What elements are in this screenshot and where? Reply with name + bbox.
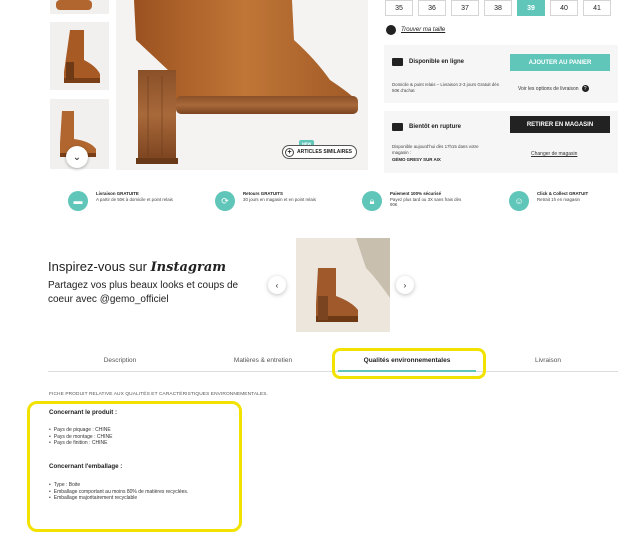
size-option[interactable]: 36 xyxy=(418,0,446,16)
chevron-right-icon: › xyxy=(403,280,407,290)
change-store-link[interactable]: Changer de magasin xyxy=(531,151,577,157)
return-arrows-icon: ⟳ xyxy=(215,191,235,211)
tab-description[interactable]: Description xyxy=(80,357,160,364)
size-option[interactable]: 40 xyxy=(550,0,578,16)
size-guide-icon xyxy=(386,25,396,35)
store-title: Bientôt en rupture xyxy=(409,124,461,130)
store-title-row: Bientôt en rupture xyxy=(392,123,461,131)
online-title: Disponible en ligne xyxy=(409,59,465,65)
online-title-row: Disponible en ligne xyxy=(392,58,464,66)
thumbnail-1[interactable] xyxy=(50,0,109,14)
size-option-selected[interactable]: 39 xyxy=(517,0,545,16)
list-item: Pays de montage : CHINE xyxy=(49,434,113,441)
store-icon xyxy=(392,123,403,131)
carousel-prev-button[interactable]: ‹ xyxy=(268,276,286,294)
delivery-options-label: Voir les options de livraison xyxy=(518,85,579,92)
tab-materials[interactable]: Matières & entretien xyxy=(215,357,311,364)
benefit-text: 30 jours en magasin et en point relais xyxy=(243,196,316,202)
size-selector: 35 36 37 38 39 40 41 xyxy=(385,0,617,17)
benefit-text: Retrait 1h en magasin xyxy=(537,196,580,202)
store-availability-panel: Bientôt en rupture Disponible aujourd'hu… xyxy=(384,111,618,173)
packaging-list: Type : Boite Emballage comportant au moi… xyxy=(49,482,189,502)
size-option[interactable]: 38 xyxy=(484,0,512,16)
similar-articles-button[interactable]: + ARTICLES SIMILAIRES xyxy=(282,145,358,159)
instagram-title: Inspirez-vous sur Instagram xyxy=(48,259,226,275)
benefit-delivery: ▬ Livraison GRATUITE A partir de 50€ à do… xyxy=(68,191,174,211)
info-icon: ? xyxy=(581,85,589,92)
gallery-scroll-down-button[interactable]: ⌄ xyxy=(66,146,88,168)
size-option[interactable]: 41 xyxy=(583,0,611,16)
instagram-photo[interactable] xyxy=(296,238,390,332)
product-list: Pays de piquage : CHINE Pays de montage … xyxy=(49,427,113,447)
instagram-brand: Instagram xyxy=(150,260,226,275)
find-size-label: Trouver ma taille xyxy=(401,27,446,33)
plus-icon: + xyxy=(285,147,294,157)
highlight-annotation-tab xyxy=(332,348,486,379)
online-availability-panel: Disponible en ligne Domicile & point rel… xyxy=(384,45,618,103)
list-item: Pays de piquage : CHINE xyxy=(49,427,112,434)
store-name: GÉMO GRESY SUR AIX xyxy=(392,157,441,162)
list-item: Emballage majoritairement recyclable xyxy=(49,495,188,502)
lock-icon: 🔒︎ xyxy=(362,191,382,211)
store-details: Disponible aujourd'hui dès 17h15 dans vo… xyxy=(392,144,479,155)
benefit-text: A partir de 50€ à domicile et point rela… xyxy=(96,196,173,202)
delivery-options-link[interactable]: Voir les options de livraison ? xyxy=(518,85,589,92)
chevron-down-icon: ⌄ xyxy=(72,151,82,163)
size-option[interactable]: 37 xyxy=(451,0,479,16)
smiley-icon: ☺ xyxy=(509,191,529,211)
list-item: Pays de finition : CHINE xyxy=(49,440,112,447)
instagram-subtitle: Partagez vos plus beaux looks et coups d… xyxy=(48,280,239,305)
find-size-link[interactable]: Trouver ma taille xyxy=(386,25,445,35)
env-sheet-header: FICHE PRODUIT RELATIVE AUX QUALITÉS ET C… xyxy=(49,392,268,397)
benefit-click-collect: ☺ Click & Collect GRATUIT Retrait 1h en m… xyxy=(509,191,615,211)
thumbnail-2[interactable] xyxy=(50,22,109,90)
benefit-payment: 🔒︎ Paiement 100% sécurisé Payez plus tard… xyxy=(362,191,468,211)
add-to-cart-button[interactable]: AJOUTER AU PANIER xyxy=(510,54,610,71)
list-item: Type : Boite xyxy=(49,482,188,489)
similar-articles-label: ARTICLES SIMILAIRES xyxy=(297,149,353,155)
tab-delivery[interactable]: Livraison xyxy=(510,357,586,364)
size-option[interactable]: 35 xyxy=(385,0,413,16)
pickup-in-store-button[interactable]: RETIRER EN MAGASIN xyxy=(510,116,610,133)
truck-icon: ▬ xyxy=(68,191,88,211)
chevron-left-icon: ‹ xyxy=(275,280,279,290)
benefit-returns: ⟳ Retours GRATUITS 30 jours en magasin et… xyxy=(215,191,321,211)
list-item: Emballage comportant au moins 80% de mat… xyxy=(49,489,189,496)
packaging-section-title: Concernant l'emballage : xyxy=(49,463,123,470)
product-section-title: Concernant le produit : xyxy=(49,409,118,416)
online-delivery-icon xyxy=(392,58,403,66)
instagram-title-prefix: Inspirez-vous sur xyxy=(48,259,151,274)
carousel-next-button[interactable]: › xyxy=(396,276,414,294)
benefit-text: Payez plus tard ou 3X sans frais dès 90€ xyxy=(390,196,462,208)
online-details: Domicile & point relais – Livraison 2-3 … xyxy=(392,82,499,93)
